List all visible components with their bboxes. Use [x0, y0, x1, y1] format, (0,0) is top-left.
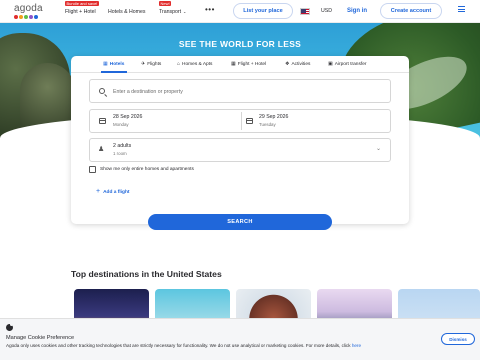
top-navigation-bar: agoda Bundle and save! Flight + Hotel Ho… — [0, 0, 480, 23]
more-menu-icon[interactable]: ••• — [205, 5, 215, 14]
list-your-place-button[interactable]: List your place — [233, 3, 293, 19]
add-flight-link[interactable]: + Add a flight — [96, 188, 129, 195]
cookie-text: Agoda only uses cookies and other tracki… — [6, 343, 366, 349]
agoda-logo[interactable]: agoda — [14, 3, 43, 19]
tab-airport-transfer[interactable]: ▣ Airport transfer — [328, 61, 366, 67]
nav-hotels-homes[interactable]: Hotels & Homes — [108, 9, 145, 15]
building-icon: ▦ — [103, 61, 108, 67]
active-tab-indicator — [101, 71, 127, 73]
nav-transport-label: Transport — [159, 9, 182, 15]
add-flight-label: Add a flight — [103, 190, 130, 195]
chevron-down-icon: ⌄ — [376, 146, 382, 152]
occupancy-field[interactable]: ♟ 2 adults 1 room ⌄ — [89, 138, 391, 162]
create-account-button[interactable]: Create account — [380, 3, 442, 19]
check-in-date: 28 Sep 2026 — [113, 114, 143, 120]
check-out-date: 29 Sep 2026 — [259, 114, 289, 120]
tab-hotels[interactable]: ▦ Hotels — [103, 61, 124, 67]
search-button[interactable]: SEARCH — [148, 214, 332, 230]
hamburger-menu-icon[interactable] — [458, 6, 465, 12]
check-in-field[interactable]: 28 Sep 2026 Monday — [90, 110, 241, 132]
chevron-down-icon: ⌄ — [183, 9, 187, 14]
logo-dot — [34, 15, 38, 19]
tab-flight-hotel-label: Flight + Hotel — [237, 61, 267, 67]
logo-dot — [19, 15, 23, 19]
logo-dot — [29, 15, 33, 19]
rooms-count: 1 room — [113, 151, 127, 156]
guests-icon: ♟ — [98, 146, 105, 153]
tab-homes-apts[interactable]: ⌂ Homes & Apts — [177, 61, 212, 67]
calendar-icon — [246, 118, 253, 124]
new-badge: New! — [159, 1, 172, 6]
entire-homes-label: Show me only entire homes and apartments — [100, 167, 194, 172]
tab-flights-label: Flights — [147, 61, 162, 67]
home-icon: ⌂ — [177, 61, 181, 67]
hero-title: SEE THE WORLD FOR LESS — [178, 39, 302, 49]
cookie-icon — [6, 323, 13, 331]
tab-activities[interactable]: ❖ Activities — [285, 61, 310, 67]
nav-transport[interactable]: Transport ⌄ — [159, 9, 186, 15]
cookie-body: Agoda only uses cookies and other tracki… — [6, 343, 351, 348]
top-destinations-title: Top destinations in the United States — [71, 269, 222, 279]
destination-field[interactable]: Enter a destination or property — [89, 79, 391, 103]
guests-count: 2 adults — [113, 143, 132, 149]
logo-text: agoda — [14, 3, 43, 14]
cookie-banner: Manage Cookie Preference Agoda only uses… — [0, 318, 480, 360]
tab-homes-label: Homes & Apts — [182, 61, 213, 67]
nav-flight-hotel[interactable]: Flight + Hotel — [65, 9, 96, 15]
sign-in-link[interactable]: Sign in — [347, 8, 367, 14]
tab-airport-transfer-label: Airport transfer — [334, 61, 367, 67]
calendar-icon — [99, 118, 106, 124]
entire-homes-checkbox[interactable] — [89, 166, 96, 173]
plus-icon: + — [96, 188, 101, 195]
search-panel: ▦ Hotels ✈ Flights ⌂ Homes & Apts ▦ Flight +… — [71, 56, 409, 224]
logo-dot — [14, 15, 18, 19]
tab-activities-label: Activities — [291, 61, 311, 67]
date-range-field: 28 Sep 2026 Monday 29 Sep 2026 Tuesday — [89, 109, 391, 133]
check-out-field[interactable]: 29 Sep 2026 Tuesday — [242, 110, 390, 132]
bundle-badge: Bundle and save! — [65, 1, 99, 6]
product-tabs: ▦ Hotels ✈ Flights ⌂ Homes & Apts ▦ Flight +… — [71, 56, 409, 73]
logo-dots — [14, 15, 43, 19]
tab-flight-hotel[interactable]: ▦ Flight + Hotel — [231, 61, 266, 67]
page: agoda Bundle and save! Flight + Hotel Ho… — [0, 0, 480, 360]
logo-dot — [24, 15, 28, 19]
search-icon — [99, 88, 105, 94]
cookie-details-link[interactable]: here — [352, 343, 361, 348]
tab-flights[interactable]: ✈ Flights — [141, 61, 161, 67]
cookie-title: Manage Cookie Preference — [6, 335, 75, 341]
car-icon: ▣ — [328, 61, 333, 67]
plane-icon: ✈ — [141, 61, 146, 67]
us-flag-icon[interactable] — [300, 8, 310, 15]
plane-hotel-icon: ▦ — [231, 61, 236, 67]
dismiss-button[interactable]: Dismiss — [441, 333, 475, 345]
check-in-day: Monday — [113, 122, 129, 127]
activity-icon: ❖ — [285, 61, 290, 67]
destination-placeholder: Enter a destination or property — [113, 89, 183, 95]
check-out-day: Tuesday — [259, 122, 276, 127]
currency-selector[interactable]: USD — [321, 8, 332, 14]
tab-hotels-label: Hotels — [109, 61, 125, 67]
